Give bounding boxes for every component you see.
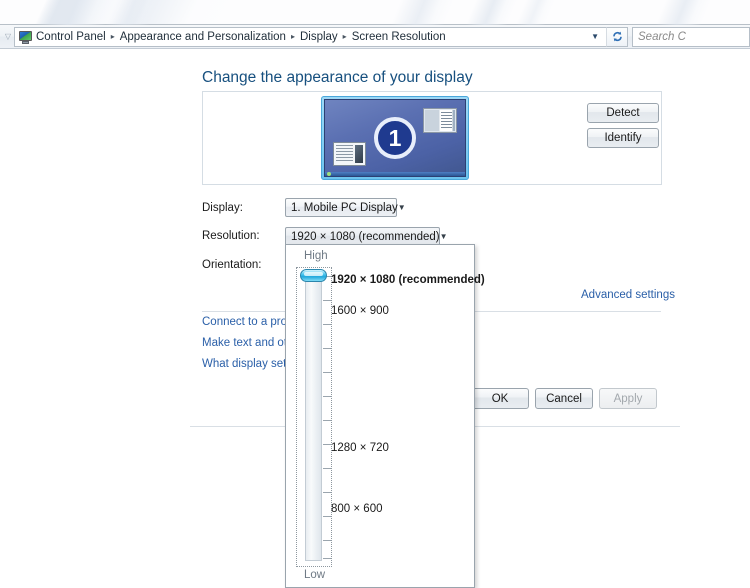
cancel-button[interactable]: Cancel [535, 388, 593, 409]
monitor-number: 1 [374, 117, 416, 159]
monitor-preview[interactable]: 1 [321, 96, 469, 180]
resolution-label: Resolution: [202, 230, 260, 242]
slider-high-label: High [304, 250, 328, 262]
breadcrumb-separator-icon[interactable]: ▸ [339, 28, 351, 46]
chevron-down-icon: ▼ [397, 202, 406, 212]
resolution-option-3[interactable]: 800 × 600 [331, 503, 382, 515]
slider-tick [323, 540, 331, 541]
slider-tick [323, 348, 331, 349]
advanced-settings-link[interactable]: Advanced settings [581, 289, 675, 301]
resolution-option-0[interactable]: 1920 × 1080 (recommended) [331, 274, 485, 286]
slider-thumb-icon[interactable] [300, 269, 327, 282]
breadcrumb-appearance-and-personalization[interactable]: Appearance and Personalization [119, 28, 287, 46]
slider-tick [323, 396, 331, 397]
taskbar-strip [325, 172, 465, 176]
breadcrumb-control-panel[interactable]: Control Panel [35, 28, 107, 46]
window-thumbnail-icon [423, 108, 457, 133]
resolution-slider-popup[interactable]: High Low 1920 × 1080 (recommended) 1600 ×… [285, 244, 485, 588]
search-input[interactable]: Search C [632, 26, 750, 47]
breadcrumb-screen-resolution[interactable]: Screen Resolution [351, 28, 447, 46]
slider-tick [323, 300, 331, 301]
resolution-dropdown-value: 1920 × 1080 (recommended) [291, 230, 440, 243]
breadcrumb-dropdown-icon[interactable]: ▼ [591, 28, 606, 46]
display-label: Display: [202, 202, 243, 214]
back-chevron-icon[interactable]: ▽ [2, 32, 14, 41]
slider-tick [323, 516, 331, 517]
breadcrumb-separator-icon[interactable]: ▸ [287, 28, 299, 46]
page-title: Change the appearance of your display [202, 69, 473, 86]
monitor-screen: 1 [324, 99, 466, 177]
apply-button: Apply [599, 388, 657, 409]
search-placeholder: Search C [638, 30, 686, 43]
resolution-option-2[interactable]: 1280 × 720 [331, 442, 389, 454]
resolution-slider[interactable] [296, 267, 332, 567]
slider-tick [323, 420, 331, 421]
ok-button[interactable]: OK [471, 388, 529, 409]
identify-button[interactable]: Identify [587, 128, 659, 148]
breadcrumb-display[interactable]: Display [299, 28, 339, 46]
resolution-option-1[interactable]: 1600 × 900 [331, 305, 389, 317]
slider-tick [323, 468, 331, 469]
slider-low-label: Low [304, 569, 326, 581]
chevron-down-icon: ▼ [439, 231, 448, 241]
address-bar: ▽ Control Panel ▸ Appearance and Persona… [0, 25, 750, 49]
slider-tick [323, 372, 331, 373]
taskbar-orb-icon [327, 172, 331, 176]
refresh-icon[interactable] [606, 26, 628, 47]
detect-button[interactable]: Detect [587, 103, 659, 123]
display-dropdown-value: 1. Mobile PC Display [291, 201, 398, 214]
display-dropdown[interactable]: 1. Mobile PC Display ▼ [285, 198, 406, 217]
window-glass-strip [0, 0, 750, 34]
slider-tick [323, 492, 331, 493]
slider-tick [323, 558, 331, 559]
breadcrumb-separator-icon[interactable]: ▸ [107, 28, 119, 46]
page-content: Change the appearance of your display 1 … [0, 50, 750, 588]
orientation-label: Orientation: [202, 259, 262, 271]
slider-tick [323, 324, 331, 325]
breadcrumb-bar[interactable]: Control Panel ▸ Appearance and Personali… [14, 26, 606, 47]
display-monitor-icon [18, 30, 33, 44]
slider-tick [323, 444, 331, 445]
document-thumbnail-icon [333, 142, 366, 166]
slider-track[interactable] [305, 273, 322, 561]
